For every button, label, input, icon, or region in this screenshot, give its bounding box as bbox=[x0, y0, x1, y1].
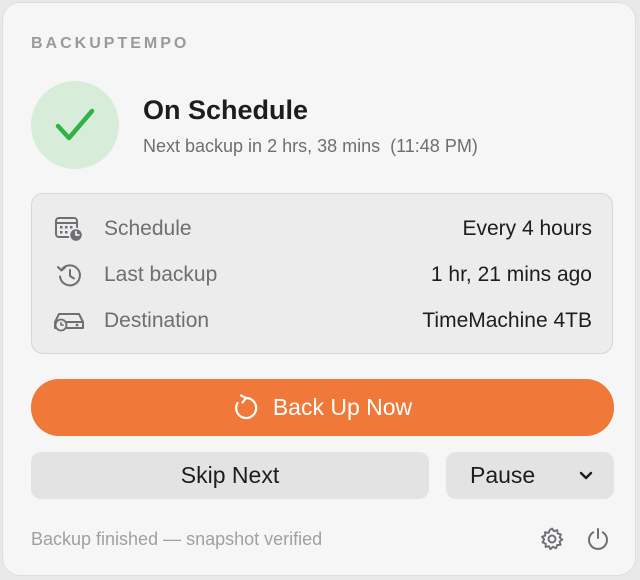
drive-icon bbox=[52, 306, 86, 336]
backup-info-card: Schedule Every 4 hours Last backup 1 hr,… bbox=[31, 193, 613, 354]
destination-value: TimeMachine 4TB bbox=[422, 309, 592, 332]
skip-next-button[interactable]: Skip Next bbox=[31, 452, 429, 499]
last-backup-value: 1 hr, 21 mins ago bbox=[430, 263, 592, 286]
status-title: On Schedule bbox=[143, 95, 309, 125]
power-icon[interactable] bbox=[584, 525, 612, 553]
info-row-destination: Destination TimeMachine 4TB bbox=[32, 301, 612, 341]
last-backup-label: Last backup bbox=[104, 263, 218, 286]
history-icon bbox=[52, 260, 86, 290]
checkmark-icon bbox=[55, 108, 95, 141]
pause-label: Pause bbox=[470, 462, 536, 488]
gear-icon[interactable] bbox=[538, 525, 566, 553]
back-up-now-label: Back Up Now bbox=[272, 394, 413, 420]
info-row-last-backup: Last backup 1 hr, 21 mins ago bbox=[32, 255, 612, 295]
refresh-icon bbox=[234, 393, 258, 419]
next-backup-text: Next backup in 2 hrs, 38 mins (11:48 PM) bbox=[143, 136, 478, 156]
app-brand: BACKUPTEMPO bbox=[31, 35, 190, 52]
backup-panel: BACKUPTEMPO On Schedule Next backup in 2… bbox=[2, 2, 636, 576]
calendar-clock-icon bbox=[52, 214, 86, 244]
status-indicator bbox=[31, 81, 119, 169]
destination-label: Destination bbox=[104, 309, 210, 332]
back-up-now-button[interactable]: Back Up Now bbox=[31, 379, 614, 436]
pause-menu-button[interactable]: Pause bbox=[446, 452, 614, 499]
schedule-value: Every 4 hours bbox=[462, 217, 592, 240]
chevron-down-icon[interactable] bbox=[576, 465, 596, 485]
skip-next-label: Skip Next bbox=[180, 462, 280, 488]
footer-status-text: Backup finished — snapshot verified bbox=[31, 529, 323, 549]
info-row-schedule: Schedule Every 4 hours bbox=[32, 209, 612, 249]
schedule-label: Schedule bbox=[104, 217, 192, 240]
